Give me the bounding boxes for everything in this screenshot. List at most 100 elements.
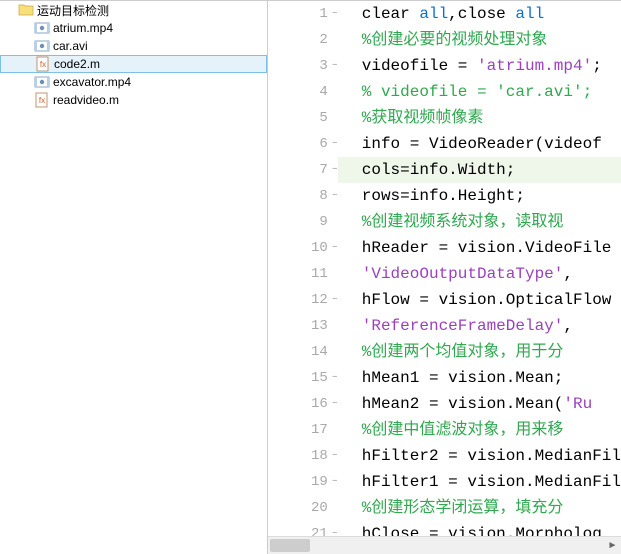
- section-dash-icon: –: [330, 53, 340, 79]
- code-text[interactable]: hFilter2 = vision.MedianFil: [338, 443, 621, 469]
- code-text[interactable]: %创建形态学闭运算，填充分: [338, 495, 621, 521]
- section-dash-icon: –: [330, 521, 340, 536]
- line-number: 1–: [268, 1, 338, 27]
- code-line[interactable]: 2%创建必要的视频处理对象: [268, 27, 621, 53]
- code-line[interactable]: 15–hMean1 = vision.Mean;: [268, 365, 621, 391]
- line-number: 13: [268, 313, 338, 339]
- video-icon: [34, 74, 50, 90]
- code-editor[interactable]: 1–clear all,close all2%创建必要的视频处理对象3–vide…: [268, 1, 621, 554]
- line-number: 12–: [268, 287, 338, 313]
- section-dash-icon: –: [330, 287, 340, 313]
- line-number: 15–: [268, 365, 338, 391]
- line-number: 17: [268, 417, 338, 443]
- line-number: 14: [268, 339, 338, 365]
- code-line[interactable]: 18–hFilter2 = vision.MedianFil: [268, 443, 621, 469]
- code-line[interactable]: 19–hFilter1 = vision.MedianFil: [268, 469, 621, 495]
- code-text[interactable]: videofile = 'atrium.mp4';: [338, 53, 621, 79]
- file-name: car.avi: [53, 39, 88, 53]
- code-line[interactable]: 13 'ReferenceFrameDelay',: [268, 313, 621, 339]
- code-line[interactable]: 3–videofile = 'atrium.mp4';: [268, 53, 621, 79]
- section-dash-icon: –: [330, 183, 340, 209]
- file-browser: 运动目标检测 atrium.mp4 car.avi fx code2.m excavat…: [0, 1, 268, 554]
- code-text[interactable]: hClose = vision.Morpholog: [338, 521, 621, 536]
- section-dash-icon: –: [330, 235, 340, 261]
- code-line[interactable]: 16–hMean2 = vision.Mean('Ru: [268, 391, 621, 417]
- code-text[interactable]: cols=info.Width;: [338, 157, 621, 183]
- code-line[interactable]: 11 'VideoOutputDataType',: [268, 261, 621, 287]
- code-text[interactable]: %创建必要的视频处理对象: [338, 27, 621, 53]
- code-line[interactable]: 14%创建两个均值对象，用于分: [268, 339, 621, 365]
- file-name: excavator.mp4: [53, 75, 131, 89]
- code-text[interactable]: %创建视频系统对象，读取视: [338, 209, 621, 235]
- code-text[interactable]: rows=info.Height;: [338, 183, 621, 209]
- section-dash-icon: –: [330, 469, 340, 495]
- line-number: 19–: [268, 469, 338, 495]
- code-text[interactable]: %获取视频帧像素: [338, 105, 621, 131]
- code-line[interactable]: 12–hFlow = vision.OpticalFlow: [268, 287, 621, 313]
- video-icon: [34, 20, 50, 36]
- code-line[interactable]: 4% videofile = 'car.avi';: [268, 79, 621, 105]
- editor-content[interactable]: 1–clear all,close all2%创建必要的视频处理对象3–vide…: [268, 1, 621, 536]
- file-item-car-avi[interactable]: car.avi: [0, 37, 267, 55]
- code-line[interactable]: 8–rows=info.Height;: [268, 183, 621, 209]
- line-number: 10–: [268, 235, 338, 261]
- section-dash-icon: –: [330, 157, 340, 183]
- line-number: 7–: [268, 157, 338, 183]
- section-dash-icon: –: [330, 131, 340, 157]
- code-line[interactable]: 5%获取视频帧像素: [268, 105, 621, 131]
- code-text[interactable]: clear all,close all: [338, 1, 621, 27]
- code-text[interactable]: info = VideoReader(videof: [338, 131, 621, 157]
- scroll-right-arrow[interactable]: ►: [604, 537, 621, 554]
- file-name: readvideo.m: [53, 93, 119, 107]
- line-number: 11: [268, 261, 338, 287]
- section-dash-icon: –: [330, 365, 340, 391]
- folder-name: 运动目标检测: [37, 2, 109, 19]
- line-number: 6–: [268, 131, 338, 157]
- file-name: atrium.mp4: [53, 21, 113, 35]
- code-line[interactable]: 6–info = VideoReader(videof: [268, 131, 621, 157]
- mfile-icon: fx: [35, 56, 51, 72]
- line-number: 5: [268, 105, 338, 131]
- code-text[interactable]: hFlow = vision.OpticalFlow: [338, 287, 621, 313]
- file-item-excavator-mp4[interactable]: excavator.mp4: [0, 73, 267, 91]
- code-text[interactable]: 'VideoOutputDataType',: [338, 261, 621, 287]
- section-dash-icon: –: [330, 1, 340, 27]
- line-number: 2: [268, 27, 338, 53]
- code-line[interactable]: 10–hReader = vision.VideoFile: [268, 235, 621, 261]
- file-item-code2-m[interactable]: fx code2.m: [0, 55, 267, 73]
- file-item-readvideo-m[interactable]: fx readvideo.m: [0, 91, 267, 109]
- code-line[interactable]: 21–hClose = vision.Morpholog: [268, 521, 621, 536]
- svg-text:fx: fx: [39, 96, 45, 105]
- code-line[interactable]: 9%创建视频系统对象，读取视: [268, 209, 621, 235]
- code-text[interactable]: hReader = vision.VideoFile: [338, 235, 621, 261]
- svg-text:fx: fx: [40, 60, 46, 69]
- code-line[interactable]: 20%创建形态学闭运算，填充分: [268, 495, 621, 521]
- line-number: 20: [268, 495, 338, 521]
- folder-row[interactable]: 运动目标检测: [0, 1, 267, 19]
- line-number: 18–: [268, 443, 338, 469]
- code-text[interactable]: % videofile = 'car.avi';: [338, 79, 621, 105]
- scroll-thumb[interactable]: [270, 539, 310, 552]
- app-root: 运动目标检测 atrium.mp4 car.avi fx code2.m excavat…: [0, 0, 621, 554]
- mfile-icon: fx: [34, 92, 50, 108]
- section-dash-icon: –: [330, 443, 340, 469]
- video-icon: [34, 38, 50, 54]
- line-number: 21–: [268, 521, 338, 536]
- line-number: 8–: [268, 183, 338, 209]
- line-number: 3–: [268, 53, 338, 79]
- code-line[interactable]: 1–clear all,close all: [268, 1, 621, 27]
- code-text[interactable]: %创建两个均值对象，用于分: [338, 339, 621, 365]
- code-text[interactable]: hMean2 = vision.Mean('Ru: [338, 391, 621, 417]
- line-number: 16–: [268, 391, 338, 417]
- code-text[interactable]: hFilter1 = vision.MedianFil: [338, 469, 621, 495]
- code-text[interactable]: hMean1 = vision.Mean;: [338, 365, 621, 391]
- code-line[interactable]: 17%创建中值滤波对象，用来移: [268, 417, 621, 443]
- code-text[interactable]: %创建中值滤波对象，用来移: [338, 417, 621, 443]
- line-number: 9: [268, 209, 338, 235]
- horizontal-scrollbar[interactable]: ◄ ►: [268, 536, 621, 554]
- file-name: code2.m: [54, 57, 100, 71]
- code-line[interactable]: 7–cols=info.Width;: [268, 157, 621, 183]
- file-item-atrium-mp4[interactable]: atrium.mp4: [0, 19, 267, 37]
- line-number: 4: [268, 79, 338, 105]
- code-text[interactable]: 'ReferenceFrameDelay',: [338, 313, 621, 339]
